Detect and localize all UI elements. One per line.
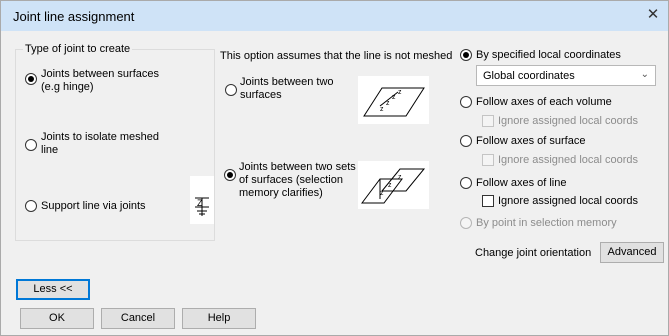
- label-follow-volume[interactable]: Follow axes of each volume: [476, 96, 612, 109]
- close-icon[interactable]: ✕: [644, 6, 662, 24]
- radio-follow-volume[interactable]: [460, 96, 472, 108]
- two-surfaces-diagram-icon: z z z z: [363, 87, 425, 117]
- label-ignore-volume: Ignore assigned local coords: [498, 115, 639, 127]
- radio-support-line[interactable]: [25, 200, 37, 212]
- radio-local-coordinates[interactable]: [460, 49, 472, 61]
- radio-follow-line[interactable]: [460, 177, 472, 189]
- two-surfaces-preview: z z z z: [358, 76, 429, 124]
- radio-two-sets-surfaces[interactable]: [224, 169, 236, 181]
- svg-text:z: z: [386, 100, 390, 107]
- radio-joints-isolate-line[interactable]: [25, 139, 37, 151]
- cancel-button[interactable]: Cancel: [101, 308, 175, 329]
- title-bar: Joint line assignment ✕: [1, 1, 668, 31]
- advanced-button[interactable]: Advanced: [600, 242, 664, 263]
- svg-text:z: z: [398, 89, 402, 96]
- radio-point-selection[interactable]: [460, 217, 472, 229]
- label-follow-line[interactable]: Follow axes of line: [476, 177, 567, 190]
- radio-follow-surface[interactable]: [460, 135, 472, 147]
- coordinates-select[interactable]: Global coordinates ⌄: [476, 65, 656, 86]
- label-ignore-line: Ignore assigned local coords: [498, 195, 639, 207]
- support-symbol-icon: Z: [195, 197, 209, 216]
- mesh-note-text: This option assumes that the line is not…: [220, 50, 453, 62]
- checkbox-ignore-surface[interactable]: [482, 154, 494, 166]
- svg-text:z: z: [380, 106, 384, 113]
- label-two-sets-surfaces[interactable]: Joints between two sets of surfaces (sel…: [239, 161, 356, 200]
- support-line-preview: Z: [190, 176, 214, 224]
- svg-text:z: z: [398, 174, 402, 181]
- ok-button[interactable]: OK: [20, 308, 94, 329]
- label-follow-surface[interactable]: Follow axes of surface: [476, 135, 585, 148]
- label-two-surfaces[interactable]: Joints between two surfaces: [240, 76, 334, 102]
- dialog-title: Joint line assignment: [13, 9, 135, 24]
- coordinates-select-value: Global coordinates: [483, 70, 575, 82]
- label-joints-between-surfaces[interactable]: Joints between surfaces (e.g hinge): [41, 68, 159, 94]
- radio-two-surfaces[interactable]: [225, 84, 237, 96]
- label-ignore-surface: Ignore assigned local coords: [498, 154, 639, 166]
- radio-joints-between-surfaces[interactable]: [25, 73, 37, 85]
- help-button[interactable]: Help: [182, 308, 256, 329]
- label-joints-isolate-line[interactable]: Joints to isolate meshed line: [41, 131, 159, 157]
- svg-text:z: z: [380, 190, 384, 197]
- two-sets-diagram-icon: z z z: [361, 168, 426, 204]
- label-point-selection: By point in selection memory: [476, 217, 617, 229]
- dialog-window: Joint line assignment ✕ Type of joint to…: [0, 0, 669, 336]
- orientation-label: Change joint orientation: [475, 247, 592, 259]
- checkbox-ignore-volume[interactable]: [482, 115, 494, 127]
- checkbox-ignore-line[interactable]: [482, 195, 494, 207]
- svg-text:z: z: [388, 182, 392, 189]
- svg-text:z: z: [392, 94, 396, 101]
- label-support-line[interactable]: Support line via joints: [41, 200, 146, 213]
- svg-text:Z: Z: [197, 198, 203, 208]
- less-button[interactable]: Less <<: [16, 279, 90, 300]
- two-sets-preview: z z z: [358, 161, 429, 209]
- joint-type-group-label: Type of joint to create: [23, 43, 133, 55]
- label-local-coordinates[interactable]: By specified local coordinates: [476, 49, 621, 62]
- chevron-down-icon: ⌄: [640, 69, 649, 80]
